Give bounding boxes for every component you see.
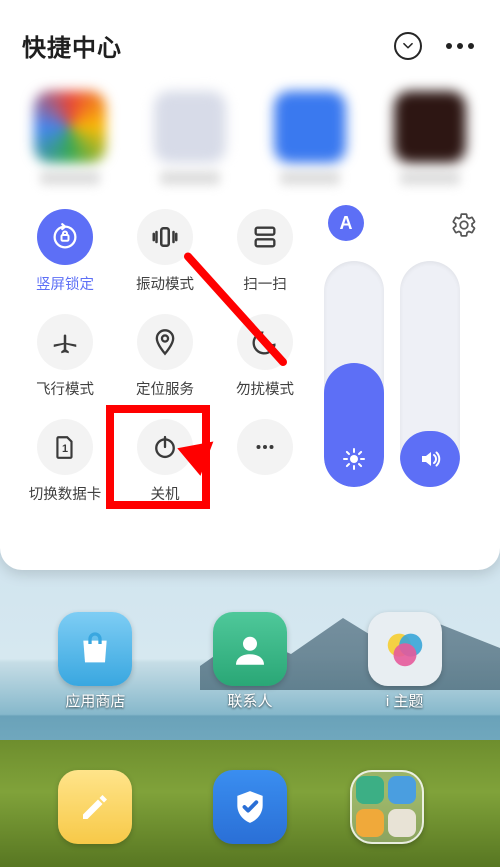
app-label: i 主题 [350,690,460,711]
recent-apps-row [0,81,500,209]
qs-portrait-lock[interactable]: 竖屏锁定 [20,209,110,294]
qs-label-empty [220,483,310,499]
app-folder[interactable] [350,770,460,848]
shield-check-icon [231,788,269,826]
recent-app[interactable] [140,91,240,185]
app-store[interactable]: 应用商店 [40,612,150,711]
chevron-down-icon [401,39,415,53]
person-icon [229,628,271,670]
quick-settings-body: 竖屏锁定 振动模式 扫一扫 飞行模式 [0,209,500,522]
panel-header: 快捷中心 [0,0,500,81]
app-label: 应用商店 [40,690,150,711]
recent-app[interactable] [380,91,480,185]
moon-icon [251,328,279,356]
svg-text:1: 1 [62,443,68,455]
panel-title: 快捷中心 [22,28,122,63]
power-icon [151,433,179,461]
recent-app[interactable] [20,91,120,185]
more-horizontal-icon [253,435,277,459]
speaker-icon [418,447,442,471]
sliders-column: A [324,209,480,504]
sim-icon: 1 [52,434,78,460]
home-row-1: 应用商店 联系人 i 主题 [0,612,500,711]
qs-location[interactable]: 定位服务 [120,314,210,399]
app-themes[interactable]: i 主题 [350,612,460,711]
bag-icon [75,629,115,669]
qs-label: 勿扰模式 [220,378,310,399]
app-notes[interactable] [40,770,150,848]
brightness-slider[interactable] [324,261,384,487]
home-screen: 应用商店 联系人 i 主题 [0,520,500,867]
qs-power-off[interactable]: 关机 [120,419,210,504]
vibrate-icon [150,222,180,252]
more-button[interactable] [446,43,474,49]
qs-more[interactable] [220,419,310,504]
header-actions [394,32,474,60]
recent-app[interactable] [260,91,360,185]
qs-label: 定位服务 [120,378,210,399]
brightness-icon [342,447,366,471]
qs-vibrate[interactable]: 振动模式 [120,209,210,294]
qs-dnd[interactable]: 勿扰模式 [220,314,310,399]
qs-label: 切换数据卡 [20,483,110,504]
airplane-icon [50,327,80,357]
gear-icon [451,212,477,238]
home-row-2 [0,770,500,848]
settings-button[interactable] [450,211,478,239]
qs-label: 关机 [120,483,210,504]
qs-scan[interactable]: 扫一扫 [220,209,310,294]
app-label: 联系人 [195,690,305,711]
rotation-lock-icon [50,222,80,252]
qs-label: 振动模式 [120,273,210,294]
app-security[interactable] [195,770,305,848]
qs-sim-switch[interactable]: 1 切换数据卡 [20,419,110,504]
theme-icon [382,626,428,672]
pencil-icon [77,789,113,825]
control-center-panel: 快捷中心 竖屏锁定 振动模式 [0,0,500,570]
qs-label: 飞行模式 [20,378,110,399]
scan-icon [251,223,279,251]
location-pin-icon [151,328,179,356]
volume-slider[interactable] [400,261,460,487]
quick-settings-grid: 竖屏锁定 振动模式 扫一扫 飞行模式 [20,209,310,504]
collapse-button[interactable] [394,32,422,60]
auto-brightness-toggle[interactable]: A [328,205,364,241]
app-contacts[interactable]: 联系人 [195,612,305,711]
qs-label: 扫一扫 [220,273,310,294]
qs-label: 竖屏锁定 [20,273,110,294]
qs-airplane[interactable]: 飞行模式 [20,314,110,399]
